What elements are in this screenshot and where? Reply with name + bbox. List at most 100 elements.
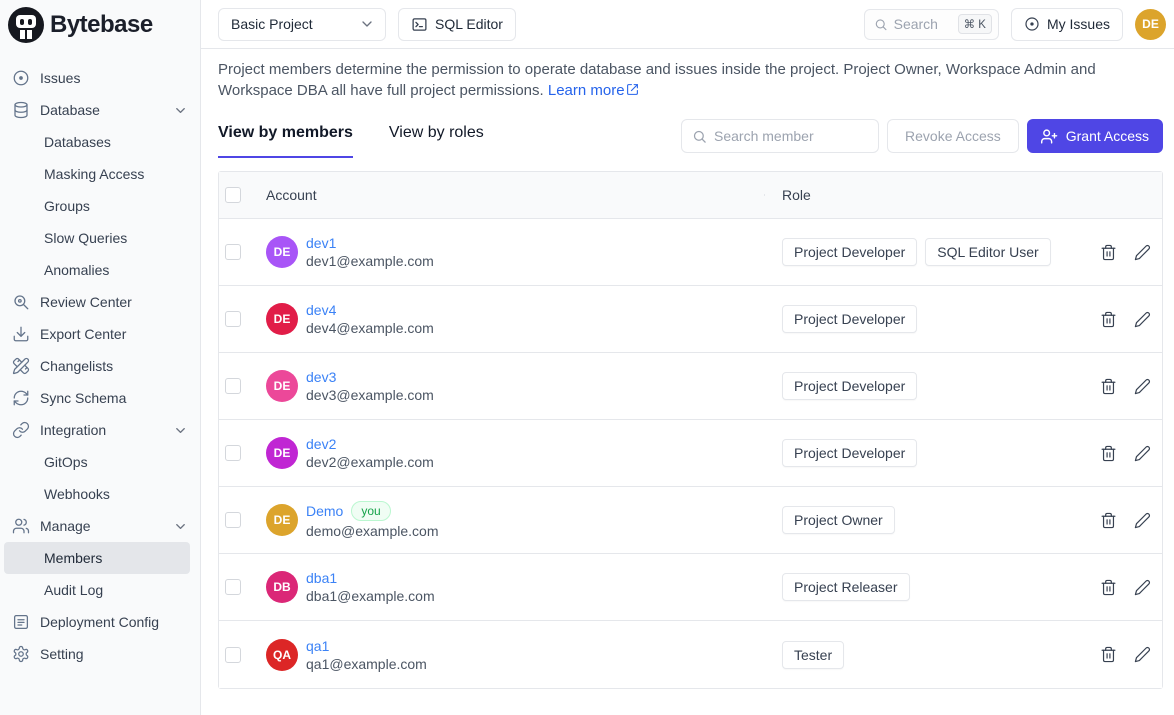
member-name-link[interactable]: qa1 xyxy=(306,638,427,654)
pencil-icon xyxy=(1134,512,1151,529)
member-name-link[interactable]: dev4 xyxy=(306,302,434,318)
sidebar-item-masking-access[interactable]: Masking Access xyxy=(4,158,190,190)
sidebar-item-webhooks[interactable]: Webhooks xyxy=(4,478,190,510)
sidebar-item-manage[interactable]: Manage xyxy=(0,510,200,542)
sidebar-item-deployment-config[interactable]: Deployment Config xyxy=(0,606,200,638)
table-row: DEDemoyoudemo@example.comProject Owner xyxy=(219,487,1162,554)
grant-access-button[interactable]: Grant Access xyxy=(1027,119,1163,153)
sidebar-item-gitops[interactable]: GitOps xyxy=(4,446,190,478)
project-selector[interactable]: Basic Project xyxy=(218,8,386,41)
sidebar-item-issues[interactable]: Issues xyxy=(0,62,200,94)
chevron-down-icon xyxy=(173,519,188,534)
search-shortcut-chip: ⌘ K xyxy=(958,14,992,34)
delete-member-button[interactable] xyxy=(1100,512,1117,529)
member-name-link[interactable]: dba1 xyxy=(306,570,435,586)
bytebase-logo[interactable]: Bytebase xyxy=(0,0,200,50)
members-table: Account Role DEdev1dev1@example.comProje… xyxy=(218,171,1163,689)
edit-member-button[interactable] xyxy=(1134,244,1151,261)
main-column: Basic Project SQL Editor ⌘ K My Issues D… xyxy=(201,0,1174,715)
sidebar-item-integration[interactable]: Integration xyxy=(0,414,200,446)
edit-member-button[interactable] xyxy=(1134,579,1151,596)
member-search[interactable] xyxy=(681,119,879,153)
sidebar-item-databases[interactable]: Databases xyxy=(4,126,190,158)
row-checkbox[interactable] xyxy=(225,647,241,663)
sync-icon xyxy=(12,389,30,407)
member-email: dev4@example.com xyxy=(306,320,434,336)
global-search[interactable]: ⌘ K xyxy=(864,9,999,40)
row-checkbox[interactable] xyxy=(225,378,241,394)
edit-member-button[interactable] xyxy=(1134,445,1151,462)
sidebar-item-groups[interactable]: Groups xyxy=(4,190,190,222)
row-checkbox[interactable] xyxy=(225,445,241,461)
tab-view-by-roles[interactable]: View by roles xyxy=(389,114,484,158)
members-page: Project members determine the permission… xyxy=(201,49,1174,715)
delete-member-button[interactable] xyxy=(1100,646,1117,663)
sidebar-item-sync-schema[interactable]: Sync Schema xyxy=(0,382,200,414)
user-avatar[interactable]: DE xyxy=(1135,9,1166,40)
sidebar-item-label: Database xyxy=(40,102,163,118)
column-header-role: Role xyxy=(764,187,1091,203)
role-badge: Project Developer xyxy=(782,238,917,266)
tabs-row: View by members View by roles Revoke Acc… xyxy=(218,114,1163,158)
member-name-link[interactable]: Demoyou xyxy=(306,501,439,521)
avatar: DE xyxy=(266,370,298,402)
sidebar-item-label: Changelists xyxy=(40,358,188,374)
delete-member-button[interactable] xyxy=(1100,579,1117,596)
row-checkbox[interactable] xyxy=(225,311,241,327)
sidebar-item-anomalies[interactable]: Anomalies xyxy=(4,254,190,286)
topbar: Basic Project SQL Editor ⌘ K My Issues D… xyxy=(201,0,1174,49)
my-issues-button[interactable]: My Issues xyxy=(1011,8,1123,41)
sidebar-item-export-center[interactable]: Export Center xyxy=(0,318,200,350)
sidebar-item-slow-queries[interactable]: Slow Queries xyxy=(4,222,190,254)
member-email: dev3@example.com xyxy=(306,387,434,403)
terminal-icon xyxy=(411,16,428,33)
chevron-down-icon xyxy=(173,423,188,438)
global-search-input[interactable] xyxy=(894,16,952,32)
project-selector-value: Basic Project xyxy=(231,16,313,32)
trash-icon xyxy=(1100,579,1117,596)
delete-member-button[interactable] xyxy=(1100,311,1117,328)
export-icon xyxy=(12,325,30,343)
edit-member-button[interactable] xyxy=(1134,378,1151,395)
edit-member-button[interactable] xyxy=(1134,646,1151,663)
sidebar-item-database[interactable]: Database xyxy=(0,94,200,126)
delete-member-button[interactable] xyxy=(1100,445,1117,462)
member-name-link[interactable]: dev1 xyxy=(306,235,434,251)
you-badge: you xyxy=(351,501,390,521)
member-name-link[interactable]: dev2 xyxy=(306,436,434,452)
database-icon xyxy=(12,101,30,119)
avatar: DE xyxy=(266,437,298,469)
sidebar-item-setting[interactable]: Setting xyxy=(0,638,200,670)
select-all-checkbox[interactable] xyxy=(225,187,241,203)
my-issues-label: My Issues xyxy=(1047,16,1110,32)
revoke-access-button[interactable]: Revoke Access xyxy=(887,119,1019,153)
learn-more-link[interactable]: Learn more xyxy=(548,82,639,99)
edit-member-button[interactable] xyxy=(1134,512,1151,529)
row-checkbox[interactable] xyxy=(225,244,241,260)
search-icon xyxy=(692,129,707,144)
tab-view-by-members[interactable]: View by members xyxy=(218,114,353,158)
row-checkbox[interactable] xyxy=(225,579,241,595)
sidebar-item-label: Manage xyxy=(40,518,163,534)
sidebar-item-review-center[interactable]: Review Center xyxy=(0,286,200,318)
avatar: DE xyxy=(266,504,298,536)
trash-icon xyxy=(1100,378,1117,395)
sidebar-item-label: Review Center xyxy=(40,294,188,310)
edit-member-button[interactable] xyxy=(1134,311,1151,328)
sidebar-item-members[interactable]: Members xyxy=(4,542,190,574)
table-row: DEdev4dev4@example.comProject Developer xyxy=(219,286,1162,353)
member-email: dba1@example.com xyxy=(306,588,435,604)
row-checkbox[interactable] xyxy=(225,512,241,528)
trash-icon xyxy=(1100,512,1117,529)
delete-member-button[interactable] xyxy=(1100,244,1117,261)
sidebar-item-changelists[interactable]: Changelists xyxy=(0,350,200,382)
sql-editor-button[interactable]: SQL Editor xyxy=(398,8,516,41)
delete-member-button[interactable] xyxy=(1100,378,1117,395)
table-row: QAqa1qa1@example.comTester xyxy=(219,621,1162,688)
member-search-input[interactable] xyxy=(714,128,854,144)
topbar-right: ⌘ K My Issues DE xyxy=(864,8,1166,41)
deployment-icon xyxy=(12,613,30,631)
sidebar-item-label: Sync Schema xyxy=(40,390,188,406)
member-name-link[interactable]: dev3 xyxy=(306,369,434,385)
sidebar-item-audit-log[interactable]: Audit Log xyxy=(4,574,190,606)
